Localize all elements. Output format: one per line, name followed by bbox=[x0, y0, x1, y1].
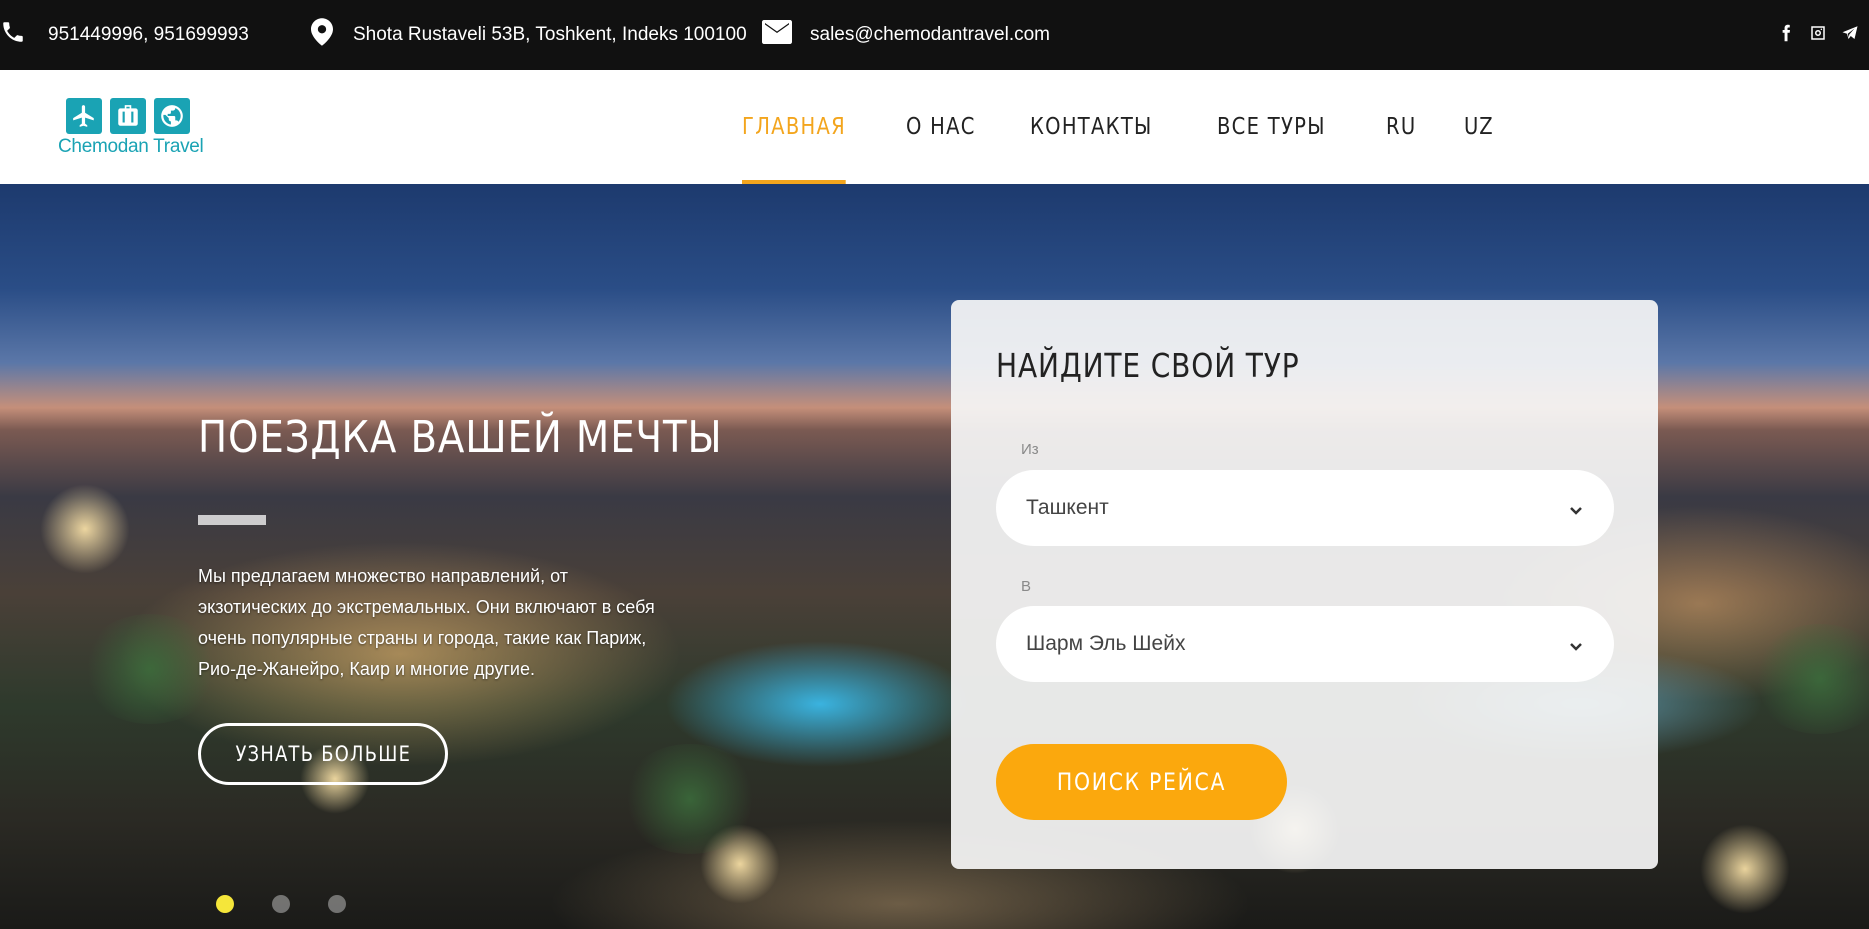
logo-text: Chemodan Travel bbox=[58, 136, 204, 157]
chevron-down-icon bbox=[1568, 636, 1584, 652]
hero-title: ПОЕЗДКА ВАШЕЙ МЕЧТЫ bbox=[198, 412, 723, 463]
phone-numbers: 951449996, 951699993 bbox=[48, 24, 249, 45]
nav-item-lang-uz[interactable]: UZ bbox=[1464, 70, 1494, 184]
globe-icon bbox=[154, 98, 190, 134]
hero-light bbox=[40, 484, 130, 574]
slider-dot-2[interactable] bbox=[272, 895, 290, 913]
nav-item-all-tours[interactable]: ВСЕ ТУРЫ bbox=[1217, 70, 1326, 184]
hero-description: Мы предлагаем множество направлений, от … bbox=[198, 566, 655, 679]
learn-more-label: УЗНАТЬ БОЛЬШЕ bbox=[235, 742, 411, 766]
main-nav: ГЛАВНАЯ О НАС КОНТАКТЫ ВСЕ ТУРЫ RU UZ bbox=[742, 70, 1542, 184]
email-text: sales@chemodantravel.com bbox=[810, 24, 1051, 45]
to-value: Шарм Эль Шейх bbox=[1026, 632, 1186, 655]
nav-item-about[interactable]: О НАС bbox=[906, 70, 976, 184]
tour-search-card: НАЙДИТЕ СВОЙ ТУР Из Ташкент В Шарм Эль Ш… bbox=[951, 300, 1658, 869]
logo-icons bbox=[66, 98, 202, 134]
nav-item-contacts[interactable]: КОНТАКТЫ bbox=[1030, 70, 1153, 184]
phone-contact[interactable]: 951449996, 951699993 bbox=[0, 22, 249, 48]
hero-slider: ПОЕЗДКА ВАШЕЙ МЕЧТЫ Мы предлагаем множес… bbox=[0, 184, 1869, 929]
hero-light bbox=[1700, 824, 1790, 914]
slider-dot-3[interactable] bbox=[328, 895, 346, 913]
airplane-icon bbox=[66, 98, 102, 134]
search-flight-label: ПОИСК РЕЙСА bbox=[1056, 768, 1227, 796]
address-contact: Shota Rustaveli 53B, Toshkent, Indeks 10… bbox=[291, 18, 747, 52]
from-value: Ташкент bbox=[1026, 496, 1109, 519]
email-contact[interactable]: sales@chemodantravel.com bbox=[744, 20, 1051, 50]
from-label: Из bbox=[1021, 441, 1039, 458]
instagram-icon[interactable] bbox=[1809, 24, 1827, 42]
to-label: В bbox=[1021, 578, 1032, 595]
telegram-icon[interactable] bbox=[1841, 24, 1859, 42]
chevron-down-icon bbox=[1568, 500, 1584, 516]
logo[interactable]: Chemodan Travel bbox=[58, 98, 204, 158]
hero-palm bbox=[1750, 624, 1869, 734]
hero-divider bbox=[198, 515, 266, 525]
top-info-bar: 951449996, 951699993 Shota Rustaveli 53B… bbox=[0, 0, 1869, 70]
nav-item-lang-ru[interactable]: RU bbox=[1386, 70, 1416, 184]
slider-dots bbox=[216, 895, 346, 913]
learn-more-button[interactable]: УЗНАТЬ БОЛЬШЕ bbox=[198, 723, 448, 785]
suitcase-icon bbox=[110, 98, 146, 134]
hero-text-block: ПОЕЗДКА ВАШЕЙ МЕЧТЫ Мы предлагаем множес… bbox=[198, 412, 723, 685]
nav-item-home[interactable]: ГЛАВНАЯ bbox=[742, 70, 847, 184]
location-pin-icon bbox=[311, 18, 333, 52]
hero-palm bbox=[620, 744, 760, 854]
mail-icon bbox=[762, 20, 792, 50]
from-select[interactable]: Ташкент bbox=[996, 470, 1614, 546]
slider-dot-1[interactable] bbox=[216, 895, 234, 913]
facebook-icon[interactable] bbox=[1777, 24, 1795, 42]
site-header: Chemodan Travel ГЛАВНАЯ О НАС КОНТАКТЫ В… bbox=[0, 70, 1869, 184]
address-text: Shota Rustaveli 53B, Toshkent, Indeks 10… bbox=[353, 24, 747, 45]
to-select[interactable]: Шарм Эль Шейх bbox=[996, 606, 1614, 682]
search-title: НАЙДИТЕ СВОЙ ТУР bbox=[996, 346, 1300, 385]
search-flight-button[interactable]: ПОИСК РЕЙСА bbox=[996, 744, 1287, 820]
social-links bbox=[1777, 24, 1859, 42]
phone-icon bbox=[0, 19, 26, 51]
